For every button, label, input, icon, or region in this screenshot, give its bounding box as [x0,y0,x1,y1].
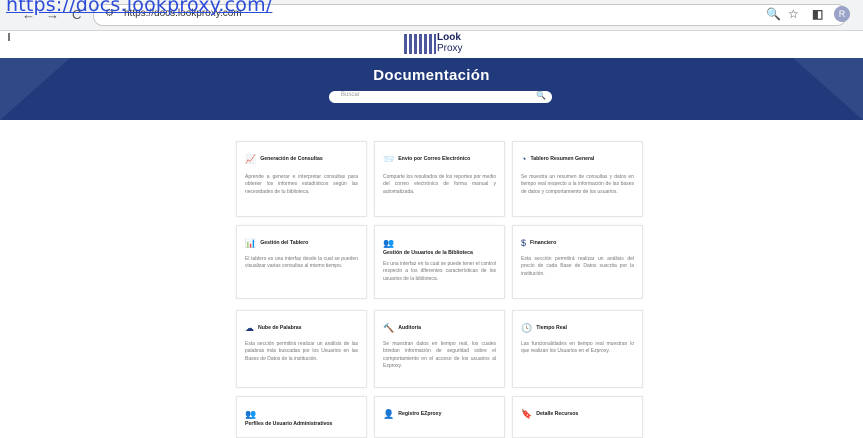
clock-icon: 🕓 [521,323,533,333]
card-title: Generación de Consultas [260,156,323,162]
card-financiero[interactable]: $ Financiero Esta sección permitirá reali… [512,225,643,299]
card-description: Es una interfaz en la cual se puede tene… [383,261,496,282]
card-description: Esta sección permitirá realizar un análi… [521,256,634,277]
card-title: Auditoría [398,325,421,331]
card-title: Envío por Correo Electrónico [398,156,471,162]
card-title: Nube de Palabras [258,325,302,331]
card-description: Aprende a generar e interpretar consulta… [245,174,358,195]
card-title: Financiero [530,240,557,246]
card-description: Comparte los resultados de los reportes … [383,174,496,195]
user-add-icon: 👤 [383,409,395,419]
card-title: Registro EZproxy [398,411,442,417]
profile-avatar[interactable]: R [834,6,850,22]
users-manage-icon: 👥 [383,238,395,248]
logo-mark-icon [404,34,436,54]
mail-send-icon: 📨 [383,154,395,164]
dashboard-icon: ◔ [521,154,527,164]
card-nube-palabras[interactable]: ☁ Nube de Palabras Esta sección permitirá… [236,310,367,388]
card-title: Gestión de Usuarios de la Biblioteca [383,250,473,256]
card-title: Perfiles de Usuario Administrativos [245,421,333,427]
bookmark-icon: 🔖 [521,409,533,419]
card-description: Las funcionalidades en tiempo real muest… [521,341,634,355]
card-gestion-usuarios[interactable]: 👥 Gestión de Usuarios de la Biblioteca E… [374,225,505,299]
card-tiempo-real[interactable]: 🕓 Tiempo Real Las funcionalidades en tiem… [512,310,643,388]
card-auditoria[interactable]: 🔨 Auditoría Se muestran datos en tiempo r… [374,310,505,388]
left-edge-marker [8,33,10,41]
admin-users-icon: 👥 [245,409,257,419]
card-title: Tablero Resumen General [530,156,595,162]
bookmark-star-icon[interactable]: ☆ [788,6,799,22]
sidebar-toggle-icon[interactable]: ◧ [812,6,823,22]
bar-chart-icon: 📊 [245,238,257,248]
card-title: Tiempo Real [536,325,567,331]
chart-icon: 📈 [245,154,257,164]
card-description: Se muestran datos en tiempo real, los cu… [383,341,496,369]
search-icon[interactable]: 🔍 [536,91,546,100]
card-tablero-resumen[interactable]: ◔ Tablero Resumen General Se muestra un r… [512,141,643,217]
search-placeholder: Buscar [341,92,360,98]
card-envio-correo[interactable]: 📨 Envío por Correo Electrónico Comparte l… [374,141,505,217]
card-description: El tablero es una interfaz desde la cual… [245,256,358,270]
zoom-icon[interactable]: 🔍 [766,6,781,22]
card-title: Gestión del Tablero [260,240,309,246]
gavel-icon: 🔨 [383,323,395,333]
card-detalle-recursos[interactable]: 🔖 Detalle Recursos [512,396,643,438]
card-description: Esta sección permitirá realizar un análi… [245,341,358,362]
logo-text-line2: Proxy [437,43,463,54]
card-generacion-consultas[interactable]: 📈 Generación de Consultas Aprende a gener… [236,141,367,217]
cloud-icon: ☁ [245,323,254,333]
hero-banner: Documentación [0,58,863,120]
page-title: Documentación [373,67,490,84]
card-description: Se muestra un resumen de consultas y dat… [521,174,634,195]
logo-text-line1: Look [437,32,461,43]
card-registro-ezproxy[interactable]: 👤 Registro EZproxy [374,396,505,438]
dollar-icon: $ [521,238,527,248]
overlay-url-link[interactable]: https://docs.lookproxy.com/ [6,0,272,16]
card-title: Detalle Recursos [536,411,579,417]
search-input[interactable]: Buscar 🔍 [329,91,552,103]
card-gestion-tablero[interactable]: 📊 Gestión del Tablero El tablero es una i… [236,225,367,299]
card-perfiles-usuario[interactable]: 👥 Perfiles de Usuario Administrativos [236,396,367,438]
